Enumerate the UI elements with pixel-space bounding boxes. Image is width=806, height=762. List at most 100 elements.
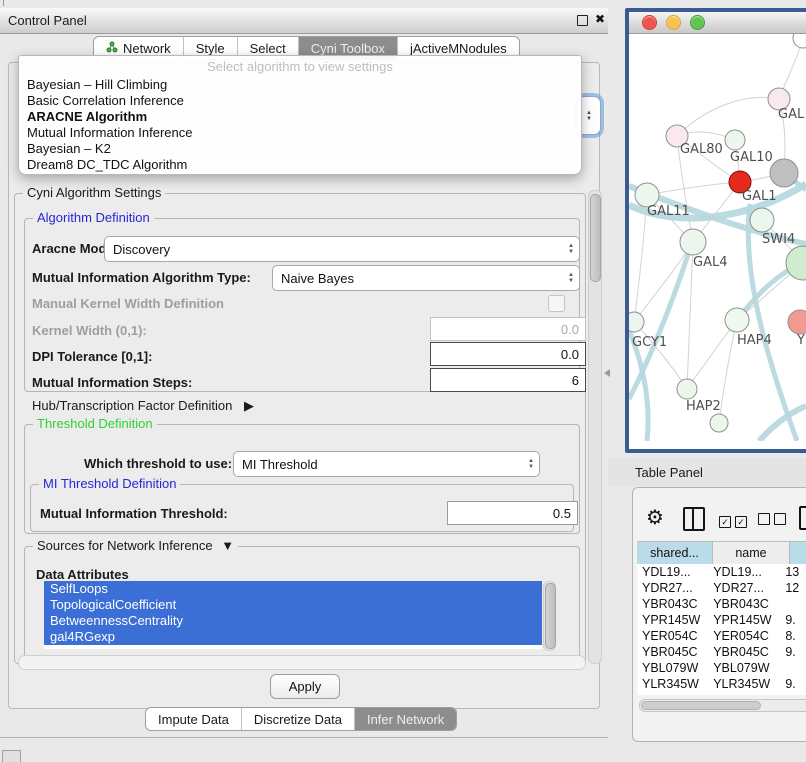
tab-label: Style bbox=[196, 41, 225, 56]
network-node[interactable] bbox=[725, 308, 749, 332]
node-label-hap4: HAP4 bbox=[737, 333, 772, 348]
table-row[interactable]: YIL052CYIL052C9. bbox=[637, 692, 806, 695]
top-edge-tick bbox=[3, 0, 4, 6]
hub-definition-disclosure[interactable]: Hub/Transcription Factor Definition ▶ bbox=[32, 398, 254, 414]
table-cell: YBL079W bbox=[637, 660, 708, 676]
network-node[interactable] bbox=[725, 130, 745, 150]
node-label-hap2: HAP2 bbox=[686, 399, 721, 414]
algorithm-option-bayesian-hill-climbing[interactable]: Bayesian – Hill Climbing bbox=[19, 77, 581, 93]
mi-algorithm-type-label: Mutual Information Algorithm Type: bbox=[32, 270, 251, 285]
table-cell: YDR27... bbox=[708, 580, 780, 596]
table-row[interactable]: YDL19...YDL19...13 bbox=[637, 564, 806, 580]
manual-kernel-width-checkbox[interactable] bbox=[548, 295, 565, 312]
network-node[interactable] bbox=[629, 312, 644, 332]
table-row[interactable]: YBR045CYBR045C9. bbox=[637, 644, 806, 660]
tab-impute-data[interactable]: Impute Data bbox=[146, 708, 241, 730]
tab-label: jActiveMNodules bbox=[410, 41, 507, 56]
node-label-gcy1: GCY1 bbox=[632, 335, 667, 350]
column-header-shared[interactable]: shared... bbox=[637, 542, 713, 564]
combo-stepper-icon: ▲▼ bbox=[568, 243, 574, 255]
attribute-item-selfloops[interactable]: SelfLoops bbox=[44, 581, 542, 597]
network-canvas[interactable]: GALGAL80GAL10GAL1GAL11SWI4GAL4GCY1HAP4YH… bbox=[629, 34, 806, 441]
dpi-tolerance-label: DPI Tolerance [0,1]: bbox=[32, 349, 152, 364]
float-window-button[interactable] bbox=[577, 15, 588, 26]
table-row[interactable]: YDR27...YDR27...12 bbox=[637, 580, 806, 596]
network-node[interactable] bbox=[710, 414, 728, 432]
close-traffic-light[interactable] bbox=[642, 15, 657, 30]
algorithm-option-basic-correlation-inference[interactable]: Basic Correlation Inference bbox=[19, 93, 581, 109]
table-hscroll-thumb[interactable] bbox=[641, 701, 761, 710]
dpi-tolerance-input[interactable]: 0.0 bbox=[430, 342, 586, 366]
network-icon bbox=[106, 41, 118, 56]
kernel-width-input[interactable]: 0.0 bbox=[430, 317, 586, 341]
collapse-down-icon[interactable]: ▼ bbox=[221, 538, 234, 553]
table-row[interactable]: YLR345WYLR345W9. bbox=[637, 676, 806, 692]
algorithm-option-dream8-dc-tdc-algorithm[interactable]: Dream8 DC_TDC Algorithm bbox=[19, 157, 581, 173]
which-threshold-value: MI Threshold bbox=[242, 457, 318, 472]
node-label-gal10: GAL10 bbox=[730, 150, 773, 165]
tab-label: Network bbox=[123, 41, 171, 56]
gear-icon[interactable]: ⚙ bbox=[646, 505, 664, 530]
deselect-all-checkboxes-icon[interactable] bbox=[758, 512, 786, 530]
tab-label: Select bbox=[250, 41, 286, 56]
settings-horizontal-scrollbar[interactable] bbox=[18, 655, 586, 670]
disclosure-right-icon: ▶ bbox=[244, 398, 254, 413]
mi-steps-input[interactable]: 6 bbox=[430, 368, 586, 392]
table-row[interactable]: YBL079WYBL079W bbox=[637, 660, 806, 676]
new-document-icon[interactable] bbox=[799, 506, 806, 530]
algorithm-option-mutual-information-inference[interactable]: Mutual Information Inference bbox=[19, 125, 581, 141]
apply-button[interactable]: Apply bbox=[270, 674, 340, 699]
column-header-extra[interactable] bbox=[790, 542, 806, 564]
mi-threshold-definition-title: MI Threshold Definition bbox=[39, 476, 180, 491]
tab-discretize-data[interactable]: Discretize Data bbox=[241, 708, 354, 730]
select-all-checkboxes-icon[interactable]: ✓✓ bbox=[719, 512, 747, 530]
network-node[interactable] bbox=[677, 379, 697, 399]
mi-threshold-label: Mutual Information Threshold: bbox=[40, 506, 228, 521]
minimize-traffic-light[interactable] bbox=[666, 15, 681, 30]
attributes-list-scrollbar[interactable] bbox=[543, 581, 556, 651]
network-node[interactable] bbox=[793, 34, 806, 48]
algorithm-option-bayesian-k2[interactable]: Bayesian – K2 bbox=[19, 141, 581, 157]
zoom-traffic-light[interactable] bbox=[690, 15, 705, 30]
table-cell: YIL052C bbox=[708, 692, 780, 695]
attribute-item-topologicalcoefficient[interactable]: TopologicalCoefficient bbox=[44, 597, 542, 613]
mi-algorithm-type-combobox[interactable]: Naive Bayes ▲▼ bbox=[272, 265, 580, 291]
which-threshold-combobox[interactable]: MI Threshold ▲▼ bbox=[233, 451, 540, 477]
attribute-item-gal4rgexp[interactable]: gal4RGexp bbox=[44, 629, 542, 645]
which-threshold-label: Which threshold to use: bbox=[84, 456, 232, 471]
table-cell: YIL052C bbox=[637, 692, 708, 695]
table-horizontal-scrollbar[interactable] bbox=[639, 699, 806, 712]
node-label-gal4: GAL4 bbox=[693, 255, 727, 270]
combo-stepper-icon: ▲▼ bbox=[528, 458, 534, 470]
table-panel-title: Table Panel bbox=[635, 465, 703, 480]
aracne-mode-combobox[interactable]: Discovery ▲▼ bbox=[104, 236, 580, 262]
table-row[interactable]: YER054CYER054C8. bbox=[637, 628, 806, 644]
node-label-y: Y bbox=[796, 333, 805, 348]
mi-threshold-input[interactable]: 0.5 bbox=[447, 501, 578, 525]
table-row[interactable]: YBR043CYBR043C bbox=[637, 596, 806, 612]
bottom-tabs: Impute DataDiscretize DataInfer Network bbox=[145, 707, 457, 731]
splitter-collapse-arrow[interactable] bbox=[604, 369, 610, 377]
close-icon[interactable]: ✖ bbox=[595, 12, 605, 26]
table-cell: YDL19... bbox=[637, 564, 708, 580]
attribute-item-betweennesscentrality[interactable]: BetweennessCentrality bbox=[44, 613, 542, 629]
table-cell: YBR043C bbox=[708, 596, 780, 612]
table-cell: 9. bbox=[780, 644, 806, 660]
table-row[interactable]: YPR145WYPR145W9. bbox=[637, 612, 806, 628]
column-header-name[interactable]: name bbox=[713, 542, 790, 564]
node-label-gal80: GAL80 bbox=[680, 142, 723, 157]
tab-infer-network[interactable]: Infer Network bbox=[354, 708, 456, 730]
screen: Control Panel ✖ NetworkStyleSelectCyni T… bbox=[0, 0, 806, 762]
settings-vertical-scrollbar[interactable] bbox=[588, 190, 602, 664]
split-view-icon[interactable] bbox=[683, 507, 705, 531]
algorithm-option-aracne-algorithm[interactable]: ARACNE Algorithm bbox=[19, 109, 581, 125]
table-cell: 9. bbox=[780, 676, 806, 692]
network-node[interactable] bbox=[680, 229, 706, 255]
table-cell: 13 bbox=[780, 564, 806, 580]
threshold-definition-title: Threshold Definition bbox=[33, 416, 157, 431]
network-node[interactable] bbox=[770, 159, 798, 187]
table-panel-window: ⚙ ✓✓ shared...name YDL19...YDL19...13YDR… bbox=[632, 487, 806, 742]
network-node[interactable] bbox=[788, 310, 806, 334]
table-cell: YLR345W bbox=[708, 676, 780, 692]
network-node[interactable] bbox=[750, 208, 774, 232]
